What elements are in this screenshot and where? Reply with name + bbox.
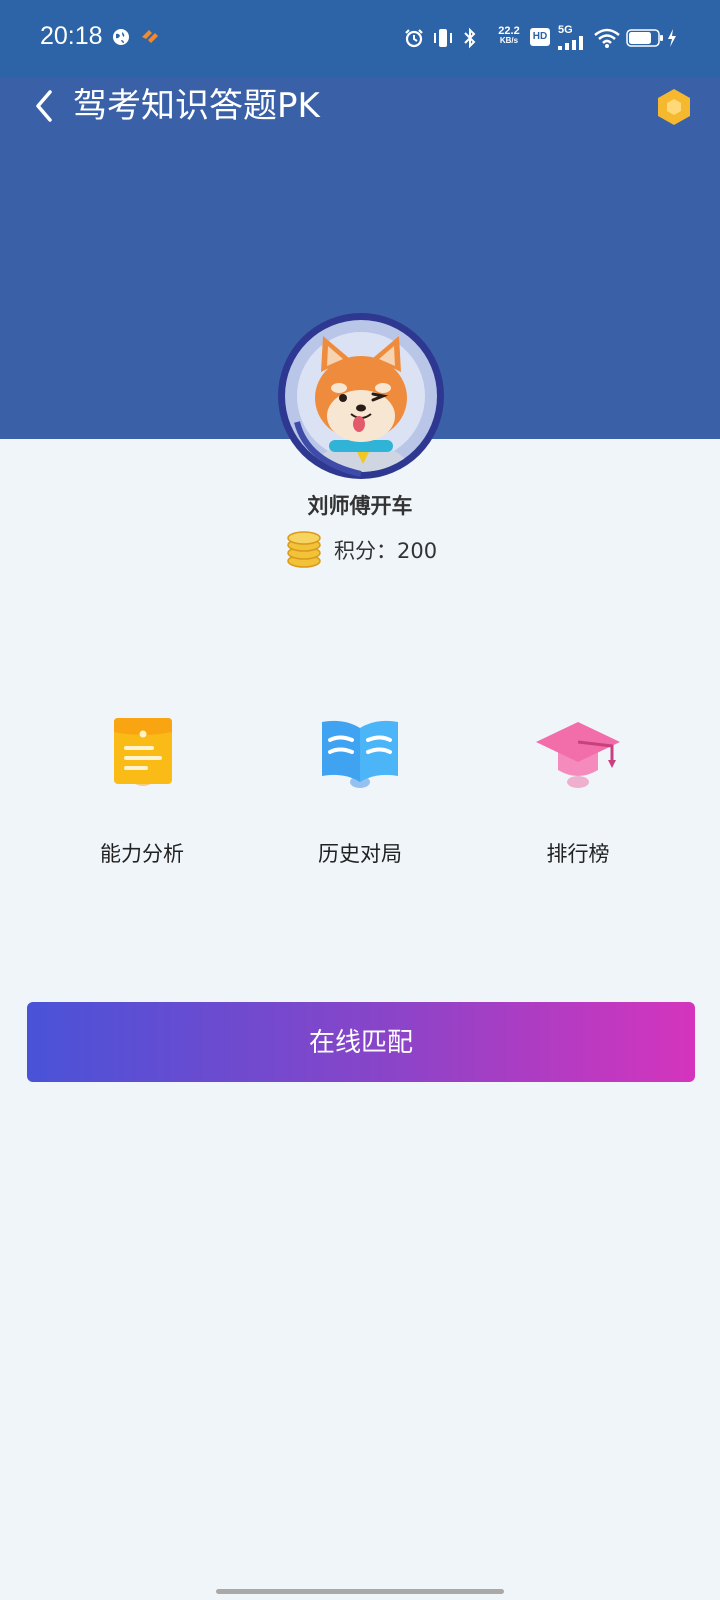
hexagon-icon[interactable] bbox=[654, 87, 694, 127]
bluetooth-icon bbox=[464, 27, 476, 49]
page-title: 驾考知识答题PK bbox=[73, 86, 320, 126]
menu-history-matches[interactable]: 历史对局 bbox=[260, 710, 460, 868]
user-name: 刘师傅开车 bbox=[307, 494, 413, 518]
wifi-icon bbox=[594, 28, 620, 48]
graduation-cap-icon bbox=[536, 722, 620, 788]
menu-ability-analysis[interactable]: 能力分析 bbox=[42, 710, 242, 868]
document-icon bbox=[114, 718, 172, 786]
menu-label: 历史对局 bbox=[318, 842, 402, 866]
back-button[interactable] bbox=[26, 86, 66, 126]
globe-icon bbox=[113, 29, 129, 45]
status-time: 20:18 bbox=[40, 22, 103, 50]
menu-leaderboard[interactable]: 排行榜 bbox=[478, 710, 678, 868]
avatar[interactable] bbox=[277, 312, 445, 480]
home-indicator[interactable] bbox=[216, 1589, 504, 1594]
menu-label: 排行榜 bbox=[546, 842, 610, 866]
alarm-icon bbox=[405, 29, 423, 48]
coins-icon bbox=[287, 531, 321, 568]
net-speed-unit: KB/s bbox=[499, 36, 519, 45]
book-icon bbox=[322, 720, 398, 788]
signal-icon bbox=[558, 36, 583, 50]
net-speed: 22.2 KB/s bbox=[494, 26, 524, 46]
net-speed-value: 22.2 bbox=[498, 25, 520, 37]
points-label: 积分：200 bbox=[334, 539, 438, 563]
online-match-button[interactable]: 在线匹配 bbox=[27, 1002, 695, 1082]
app-notification-icon bbox=[142, 30, 158, 43]
charging-icon bbox=[668, 29, 676, 47]
points-row: 积分：200 bbox=[284, 528, 437, 572]
battery-icon bbox=[626, 29, 663, 47]
status-bar: 20:18 22.2 KB/s HD 5G bbox=[0, 0, 720, 78]
vibrate-icon bbox=[434, 29, 452, 47]
menu-label: 能力分析 bbox=[100, 842, 184, 866]
hd-badge: HD bbox=[530, 28, 550, 46]
network-type: 5G bbox=[558, 24, 573, 36]
